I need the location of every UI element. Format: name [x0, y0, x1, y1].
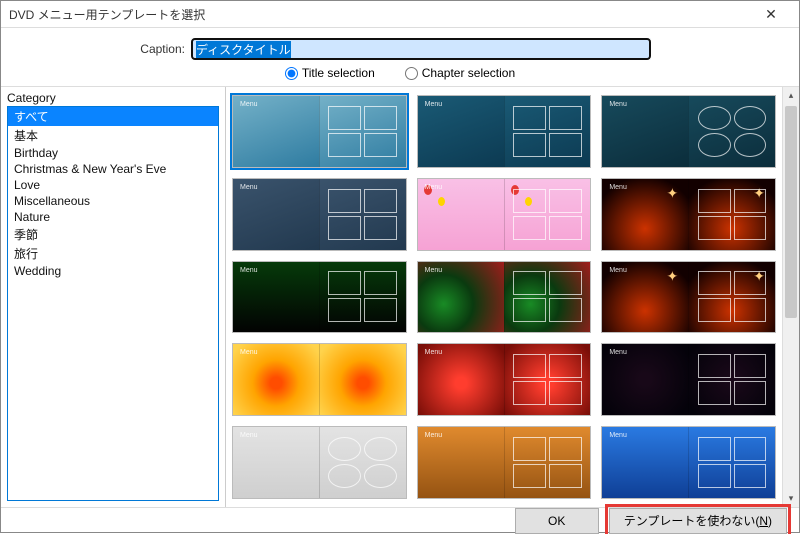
caption-label: Caption:: [21, 42, 191, 56]
category-item[interactable]: 季節: [8, 225, 218, 244]
radio-title-selection-input[interactable]: [285, 67, 298, 80]
category-item[interactable]: Love: [8, 177, 218, 193]
category-sidebar: Category すべて基本BirthdayChristmas & New Ye…: [1, 87, 226, 507]
no-template-label-pre: テンプレートを使わない(: [624, 512, 760, 529]
category-item[interactable]: Miscellaneous: [8, 193, 218, 209]
radio-chapter-selection-label: Chapter selection: [422, 66, 515, 80]
ok-button[interactable]: OK: [515, 508, 599, 534]
vertical-scrollbar[interactable]: ▴ ▾: [782, 87, 799, 507]
category-item[interactable]: Wedding: [8, 263, 218, 279]
category-item[interactable]: Nature: [8, 209, 218, 225]
template-thumb[interactable]: Menu: [601, 426, 776, 499]
category-item[interactable]: Birthday: [8, 145, 218, 161]
template-thumb[interactable]: Menu: [232, 426, 407, 499]
caption-row: Caption:: [1, 28, 799, 66]
template-thumb[interactable]: Menu: [232, 95, 407, 168]
scroll-thumb[interactable]: [785, 106, 797, 318]
window-title: DVD メニュー用テンプレートを選択: [9, 6, 751, 23]
scroll-down-icon[interactable]: ▾: [783, 490, 799, 507]
template-thumb[interactable]: Menu: [601, 343, 776, 416]
content-area: Category すべて基本BirthdayChristmas & New Ye…: [1, 86, 799, 507]
template-thumb[interactable]: Menu: [232, 343, 407, 416]
no-template-button[interactable]: テンプレートを使わない(N): [609, 508, 787, 534]
template-thumb[interactable]: Menu: [417, 178, 592, 251]
template-grid: MenuMenuMenuMenuMenuMenuMenuMenuMenuMenu…: [232, 95, 776, 499]
template-thumb[interactable]: Menu: [601, 95, 776, 168]
dialog-body: Caption: Title selection Chapter selecti…: [1, 28, 799, 507]
scroll-up-icon[interactable]: ▴: [783, 87, 799, 104]
scroll-track[interactable]: [783, 104, 799, 490]
category-item[interactable]: 旅行: [8, 244, 218, 263]
mode-radio-group: Title selection Chapter selection: [1, 66, 799, 86]
caption-input[interactable]: [191, 38, 651, 60]
no-template-accelerator: N: [759, 514, 768, 528]
titlebar: DVD メニュー用テンプレートを選択 ✕: [1, 1, 799, 28]
category-item[interactable]: すべて: [8, 107, 218, 126]
category-item[interactable]: 基本: [8, 126, 218, 145]
template-thumb[interactable]: Menu: [232, 261, 407, 334]
template-thumb[interactable]: Menu: [417, 343, 592, 416]
radio-chapter-selection[interactable]: Chapter selection: [405, 66, 515, 80]
radio-chapter-selection-input[interactable]: [405, 67, 418, 80]
no-template-label-post: ): [768, 514, 772, 528]
template-select-dialog: DVD メニュー用テンプレートを選択 ✕ Caption: Title sele…: [0, 0, 800, 533]
template-thumb[interactable]: Menu: [232, 178, 407, 251]
template-scroll[interactable]: MenuMenuMenuMenuMenuMenuMenuMenuMenuMenu…: [226, 87, 782, 507]
close-icon[interactable]: ✕: [751, 1, 791, 27]
category-heading: Category: [1, 91, 225, 106]
template-thumb[interactable]: Menu: [417, 95, 592, 168]
category-item[interactable]: Christmas & New Year's Eve: [8, 161, 218, 177]
template-thumb[interactable]: Menu: [417, 426, 592, 499]
template-thumb[interactable]: Menu: [417, 261, 592, 334]
dialog-footer: OK テンプレートを使わない(N): [1, 507, 799, 534]
radio-title-selection[interactable]: Title selection: [285, 66, 375, 80]
radio-title-selection-label: Title selection: [302, 66, 375, 80]
template-thumb[interactable]: Menu: [601, 261, 776, 334]
category-list[interactable]: すべて基本BirthdayChristmas & New Year's EveL…: [7, 106, 219, 501]
template-thumb[interactable]: Menu: [601, 178, 776, 251]
template-area: MenuMenuMenuMenuMenuMenuMenuMenuMenuMenu…: [226, 87, 799, 507]
